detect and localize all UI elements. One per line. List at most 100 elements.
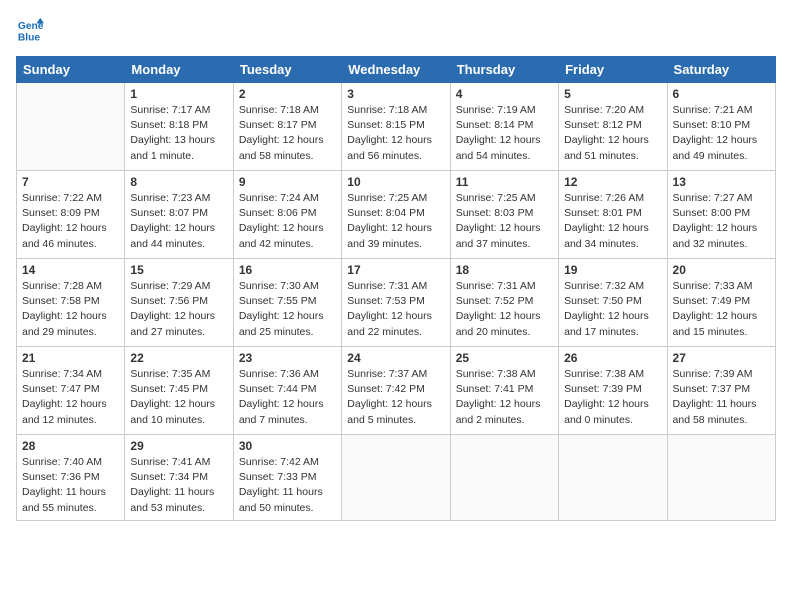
weekday-header: Wednesday bbox=[342, 57, 450, 83]
day-number: 23 bbox=[239, 351, 336, 365]
week-row: 21 Sunrise: 7:34 AM Sunset: 7:47 PM Dayli… bbox=[17, 347, 776, 435]
calendar-cell: 17 Sunrise: 7:31 AM Sunset: 7:53 PM Dayli… bbox=[342, 259, 450, 347]
day-info: Sunrise: 7:24 AM Sunset: 8:06 PM Dayligh… bbox=[239, 191, 336, 252]
svg-text:Blue: Blue bbox=[18, 32, 41, 43]
calendar-cell: 11 Sunrise: 7:25 AM Sunset: 8:03 PM Dayli… bbox=[450, 171, 558, 259]
logo: General Blue bbox=[16, 16, 48, 44]
day-info: Sunrise: 7:32 AM Sunset: 7:50 PM Dayligh… bbox=[564, 279, 661, 340]
day-number: 16 bbox=[239, 263, 336, 277]
calendar-cell bbox=[667, 435, 775, 521]
calendar-cell: 28 Sunrise: 7:40 AM Sunset: 7:36 PM Dayli… bbox=[17, 435, 125, 521]
day-number: 18 bbox=[456, 263, 553, 277]
day-info: Sunrise: 7:30 AM Sunset: 7:55 PM Dayligh… bbox=[239, 279, 336, 340]
day-number: 4 bbox=[456, 87, 553, 101]
calendar-cell: 6 Sunrise: 7:21 AM Sunset: 8:10 PM Daylig… bbox=[667, 83, 775, 171]
day-number: 22 bbox=[130, 351, 227, 365]
day-number: 26 bbox=[564, 351, 661, 365]
day-number: 14 bbox=[22, 263, 119, 277]
day-info: Sunrise: 7:25 AM Sunset: 8:04 PM Dayligh… bbox=[347, 191, 444, 252]
calendar-cell bbox=[450, 435, 558, 521]
day-info: Sunrise: 7:17 AM Sunset: 8:18 PM Dayligh… bbox=[130, 103, 227, 164]
day-info: Sunrise: 7:31 AM Sunset: 7:52 PM Dayligh… bbox=[456, 279, 553, 340]
day-number: 8 bbox=[130, 175, 227, 189]
day-number: 30 bbox=[239, 439, 336, 453]
day-info: Sunrise: 7:37 AM Sunset: 7:42 PM Dayligh… bbox=[347, 367, 444, 428]
logo-icon: General Blue bbox=[16, 16, 44, 44]
calendar-cell: 8 Sunrise: 7:23 AM Sunset: 8:07 PM Daylig… bbox=[125, 171, 233, 259]
calendar-cell bbox=[559, 435, 667, 521]
day-info: Sunrise: 7:36 AM Sunset: 7:44 PM Dayligh… bbox=[239, 367, 336, 428]
day-info: Sunrise: 7:38 AM Sunset: 7:41 PM Dayligh… bbox=[456, 367, 553, 428]
calendar-cell: 2 Sunrise: 7:18 AM Sunset: 8:17 PM Daylig… bbox=[233, 83, 341, 171]
weekday-header: Monday bbox=[125, 57, 233, 83]
calendar-cell: 23 Sunrise: 7:36 AM Sunset: 7:44 PM Dayli… bbox=[233, 347, 341, 435]
calendar-cell: 30 Sunrise: 7:42 AM Sunset: 7:33 PM Dayli… bbox=[233, 435, 341, 521]
day-info: Sunrise: 7:20 AM Sunset: 8:12 PM Dayligh… bbox=[564, 103, 661, 164]
day-info: Sunrise: 7:38 AM Sunset: 7:39 PM Dayligh… bbox=[564, 367, 661, 428]
calendar-cell: 26 Sunrise: 7:38 AM Sunset: 7:39 PM Dayli… bbox=[559, 347, 667, 435]
day-number: 6 bbox=[673, 87, 770, 101]
day-number: 5 bbox=[564, 87, 661, 101]
day-info: Sunrise: 7:35 AM Sunset: 7:45 PM Dayligh… bbox=[130, 367, 227, 428]
calendar-cell: 22 Sunrise: 7:35 AM Sunset: 7:45 PM Dayli… bbox=[125, 347, 233, 435]
calendar-cell: 18 Sunrise: 7:31 AM Sunset: 7:52 PM Dayli… bbox=[450, 259, 558, 347]
day-number: 11 bbox=[456, 175, 553, 189]
calendar-cell: 7Sunrise: 7:22 AM Sunset: 8:09 PM Daylig… bbox=[17, 171, 125, 259]
week-row: 28 Sunrise: 7:40 AM Sunset: 7:36 PM Dayli… bbox=[17, 435, 776, 521]
day-number: 27 bbox=[673, 351, 770, 365]
day-info: Sunrise: 7:41 AM Sunset: 7:34 PM Dayligh… bbox=[130, 455, 227, 516]
calendar-header-row: SundayMondayTuesdayWednesdayThursdayFrid… bbox=[17, 57, 776, 83]
day-info: Sunrise: 7:27 AM Sunset: 8:00 PM Dayligh… bbox=[673, 191, 770, 252]
day-info: Sunrise: 7:42 AM Sunset: 7:33 PM Dayligh… bbox=[239, 455, 336, 516]
day-info: Sunrise: 7:40 AM Sunset: 7:36 PM Dayligh… bbox=[22, 455, 119, 516]
calendar-cell: 5 Sunrise: 7:20 AM Sunset: 8:12 PM Daylig… bbox=[559, 83, 667, 171]
calendar-body: 1 Sunrise: 7:17 AM Sunset: 8:18 PM Daylig… bbox=[17, 83, 776, 521]
day-info: Sunrise: 7:34 AM Sunset: 7:47 PM Dayligh… bbox=[22, 367, 119, 428]
calendar-cell bbox=[342, 435, 450, 521]
page-header: General Blue bbox=[16, 16, 776, 44]
calendar-cell: 24 Sunrise: 7:37 AM Sunset: 7:42 PM Dayli… bbox=[342, 347, 450, 435]
day-info: Sunrise: 7:21 AM Sunset: 8:10 PM Dayligh… bbox=[673, 103, 770, 164]
day-info: Sunrise: 7:25 AM Sunset: 8:03 PM Dayligh… bbox=[456, 191, 553, 252]
calendar-cell: 19 Sunrise: 7:32 AM Sunset: 7:50 PM Dayli… bbox=[559, 259, 667, 347]
weekday-header: Sunday bbox=[17, 57, 125, 83]
day-number: 25 bbox=[456, 351, 553, 365]
week-row: 14 Sunrise: 7:28 AM Sunset: 7:58 PM Dayli… bbox=[17, 259, 776, 347]
day-number: 21 bbox=[22, 351, 119, 365]
calendar-cell: 14 Sunrise: 7:28 AM Sunset: 7:58 PM Dayli… bbox=[17, 259, 125, 347]
week-row: 7Sunrise: 7:22 AM Sunset: 8:09 PM Daylig… bbox=[17, 171, 776, 259]
day-info: Sunrise: 7:28 AM Sunset: 7:58 PM Dayligh… bbox=[22, 279, 119, 340]
day-number: 20 bbox=[673, 263, 770, 277]
day-number: 1 bbox=[130, 87, 227, 101]
day-info: Sunrise: 7:18 AM Sunset: 8:17 PM Dayligh… bbox=[239, 103, 336, 164]
day-info: Sunrise: 7:23 AM Sunset: 8:07 PM Dayligh… bbox=[130, 191, 227, 252]
day-info: Sunrise: 7:19 AM Sunset: 8:14 PM Dayligh… bbox=[456, 103, 553, 164]
day-number: 13 bbox=[673, 175, 770, 189]
calendar-cell: 12Sunrise: 7:26 AM Sunset: 8:01 PM Dayli… bbox=[559, 171, 667, 259]
calendar-cell: 29Sunrise: 7:41 AM Sunset: 7:34 PM Dayli… bbox=[125, 435, 233, 521]
day-number: 3 bbox=[347, 87, 444, 101]
calendar-cell: 4 Sunrise: 7:19 AM Sunset: 8:14 PM Daylig… bbox=[450, 83, 558, 171]
calendar-cell: 9 Sunrise: 7:24 AM Sunset: 8:06 PM Daylig… bbox=[233, 171, 341, 259]
calendar-cell bbox=[17, 83, 125, 171]
day-number: 7 bbox=[22, 175, 119, 189]
day-number: 24 bbox=[347, 351, 444, 365]
calendar-cell: 25 Sunrise: 7:38 AM Sunset: 7:41 PM Dayli… bbox=[450, 347, 558, 435]
day-number: 2 bbox=[239, 87, 336, 101]
day-number: 19 bbox=[564, 263, 661, 277]
calendar-cell: 1 Sunrise: 7:17 AM Sunset: 8:18 PM Daylig… bbox=[125, 83, 233, 171]
day-number: 28 bbox=[22, 439, 119, 453]
day-info: Sunrise: 7:31 AM Sunset: 7:53 PM Dayligh… bbox=[347, 279, 444, 340]
day-info: Sunrise: 7:33 AM Sunset: 7:49 PM Dayligh… bbox=[673, 279, 770, 340]
day-number: 17 bbox=[347, 263, 444, 277]
weekday-header: Thursday bbox=[450, 57, 558, 83]
calendar-cell: 27Sunrise: 7:39 AM Sunset: 7:37 PM Dayli… bbox=[667, 347, 775, 435]
calendar-cell: 10 Sunrise: 7:25 AM Sunset: 8:04 PM Dayli… bbox=[342, 171, 450, 259]
calendar-cell: 3 Sunrise: 7:18 AM Sunset: 8:15 PM Daylig… bbox=[342, 83, 450, 171]
week-row: 1 Sunrise: 7:17 AM Sunset: 8:18 PM Daylig… bbox=[17, 83, 776, 171]
day-info: Sunrise: 7:18 AM Sunset: 8:15 PM Dayligh… bbox=[347, 103, 444, 164]
weekday-header: Saturday bbox=[667, 57, 775, 83]
day-info: Sunrise: 7:26 AM Sunset: 8:01 PM Dayligh… bbox=[564, 191, 661, 252]
day-number: 9 bbox=[239, 175, 336, 189]
day-number: 10 bbox=[347, 175, 444, 189]
